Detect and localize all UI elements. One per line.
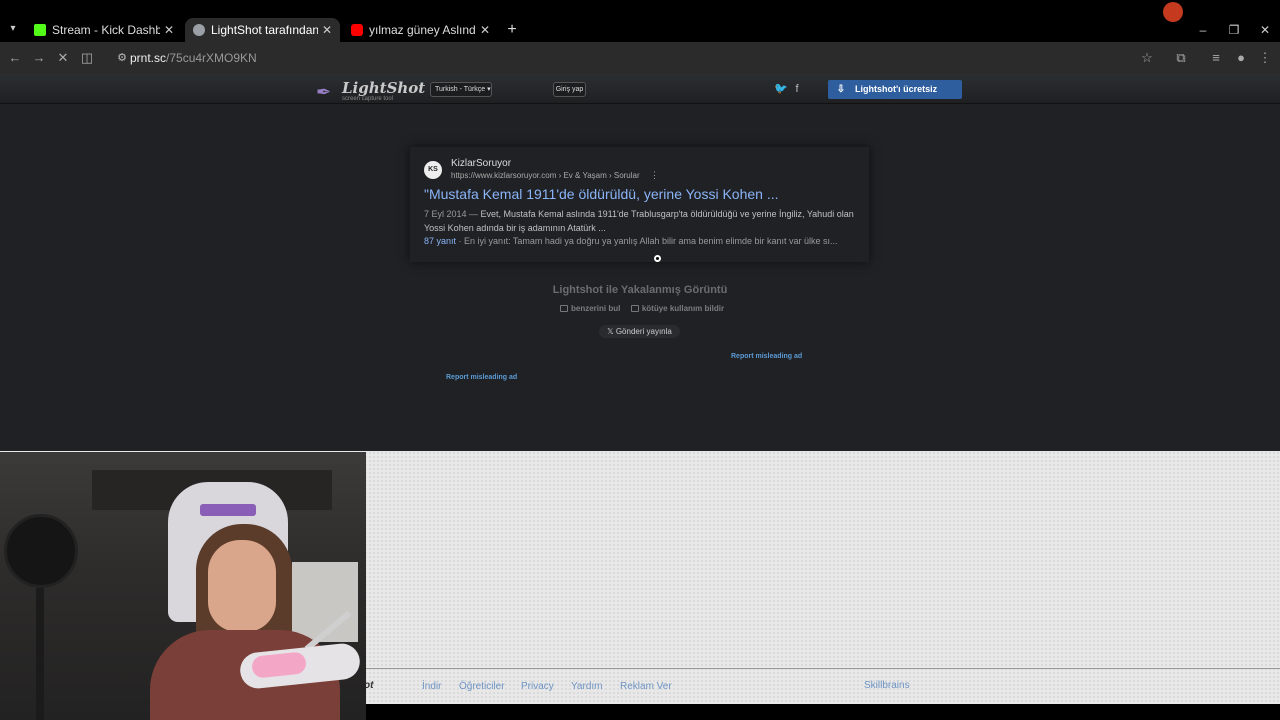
main-content: KS KizlarSoruyor https://www.kizlarsoruy… xyxy=(0,104,1280,451)
page-title: Lightshot ile Yakalanmış Görüntü xyxy=(552,284,728,296)
footer-link-advertise[interactable]: Reklam Ver xyxy=(620,681,672,692)
download-icon: ⇩ xyxy=(836,84,846,95)
result-date: 7 Eyl 2014 — xyxy=(424,209,479,219)
footer-link-tutorials[interactable]: Öğreticiler xyxy=(459,681,505,692)
language-select-value: Turkish - Türkçe xyxy=(435,86,486,93)
image-actions: benzerini bul kötüye kullanım bildir xyxy=(560,304,724,313)
url-text[interactable]: prnt.sc/75cu4rXMO9KN xyxy=(130,49,257,67)
tab-search-icon[interactable]: ▾ xyxy=(4,20,22,38)
close-tab-icon[interactable]: ✕ xyxy=(320,18,334,42)
lightshot-favicon-icon xyxy=(193,24,205,36)
result-meta: 87 yanıt · En iyi yanıt: Tamam hadi ya d… xyxy=(424,236,856,246)
forward-icon[interactable]: → xyxy=(29,48,49,68)
find-similar-link[interactable]: benzerini bul xyxy=(571,304,620,313)
address-bar[interactable]: ⚙ prnt.sc/75cu4rXMO9KN xyxy=(106,46,1166,70)
tab-title: Stream - Kick Dashboard xyxy=(52,23,160,37)
twitter-icon[interactable]: 🐦 xyxy=(774,82,788,96)
captured-screenshot[interactable]: KS KizlarSoruyor https://www.kizlarsoruy… xyxy=(410,147,869,262)
logo-name: LightShot xyxy=(342,79,426,97)
tab-kick-dashboard[interactable]: Stream - Kick Dashboard ✕ xyxy=(26,18,182,42)
site-badge-icon: KS xyxy=(424,161,442,179)
trash-icon xyxy=(630,305,639,313)
close-window-icon[interactable]: ✕ xyxy=(1250,18,1280,42)
close-tab-icon[interactable]: ✕ xyxy=(162,18,176,42)
report-abuse-link[interactable]: kötüye kullanım bildir xyxy=(642,304,724,313)
avatar[interactable]: ● xyxy=(1231,48,1251,68)
post-button[interactable]: 𝕏 Gönderi yayınla xyxy=(599,325,680,338)
minimize-icon[interactable]: – xyxy=(1188,18,1218,42)
browser-toolbar: ← → ✕ ◫ ⚙ prnt.sc/75cu4rXMO9KN ☆ ⧉ ≡ ● ⋮ xyxy=(0,42,1280,74)
media-controls-icon[interactable]: ≡ xyxy=(1206,48,1226,68)
logo-tagline: screen capture tool xyxy=(342,96,394,102)
site-info-icon[interactable]: ⚙ xyxy=(112,48,132,68)
footer-link-skillbrains[interactable]: Skillbrains xyxy=(864,680,910,691)
footer-link-help[interactable]: Yardım xyxy=(571,681,603,692)
webcam-overlay xyxy=(0,452,366,720)
camera-icon xyxy=(560,305,568,313)
result-snippet-text: Evet, Mustafa Kemal aslında 1911'de Trab… xyxy=(424,209,854,233)
chair-logo xyxy=(200,504,256,516)
download-button[interactable]: ⇩ Lightshot'ı ücretsiz indirin xyxy=(828,80,962,113)
result-site-name: KizlarSoruyor xyxy=(451,158,512,169)
split-view-icon[interactable]: ◫ xyxy=(77,48,97,68)
bookmark-star-icon[interactable]: ☆ xyxy=(1137,48,1157,68)
tab-youtube[interactable]: yılmaz güney Aslında Kimdi? | Y ✕ xyxy=(343,18,498,42)
menu-kebab-icon[interactable]: ⋮ xyxy=(1255,48,1275,68)
streamer-face xyxy=(208,540,276,632)
post-label: Gönderi yayınla xyxy=(615,327,672,336)
lightshot-header: ✒ LightShot screen capture tool Turkish … xyxy=(0,74,1280,113)
stop-loading-icon[interactable]: ✕ xyxy=(53,48,73,68)
fan xyxy=(4,514,78,588)
footer-link-privacy[interactable]: Privacy xyxy=(521,681,554,692)
browser-tab-strip: ▾ Stream - Kick Dashboard ✕ LightShot ta… xyxy=(0,0,1280,42)
feather-icon: ✒ xyxy=(316,82,332,102)
result-breadcrumb: https://www.kizlarsoruyor.com › Ev & Yaş… xyxy=(451,171,640,180)
back-icon[interactable]: ← xyxy=(5,48,25,68)
footer-link-download[interactable]: İndir xyxy=(422,681,441,692)
extensions-icon[interactable]: ⧉ xyxy=(1171,48,1191,68)
fan-stand xyxy=(36,588,44,720)
tab-title: LightShot tarafından Ekran Gör xyxy=(211,23,318,37)
tab-lightshot[interactable]: LightShot tarafından Ekran Gör ✕ xyxy=(185,18,340,42)
report-ad-link[interactable]: Report misleading ad xyxy=(446,374,517,381)
language-select[interactable]: Turkish - Türkçe ▾ xyxy=(430,82,492,97)
kick-icon xyxy=(34,24,46,36)
result-menu-icon: ⋮ xyxy=(650,170,659,180)
report-ad-link[interactable]: Report misleading ad xyxy=(731,353,802,360)
answer-count: 87 yanıt xyxy=(424,236,457,246)
new-tab-icon[interactable]: + xyxy=(503,19,521,41)
mouse-cursor-icon xyxy=(654,255,661,262)
facebook-icon[interactable]: f xyxy=(790,82,804,96)
result-snippet: 7 Eyl 2014 — Evet, Mustafa Kemal aslında… xyxy=(424,207,854,235)
x-logo-icon: 𝕏 xyxy=(607,327,614,336)
result-title: "Mustafa Kemal 1911'de öldürüldü, yerine… xyxy=(424,186,779,202)
maximize-icon[interactable]: ❐ xyxy=(1219,18,1249,42)
footer-divider xyxy=(366,668,1280,669)
login-button[interactable]: Giriş yap xyxy=(553,82,586,97)
best-answer: · En iyi yanıt: Tamam hadi ya doğru ya y… xyxy=(458,236,838,246)
tab-title: yılmaz güney Aslında Kimdi? | Y xyxy=(369,23,476,37)
lightshot-logo[interactable]: ✒ LightShot screen capture tool xyxy=(316,79,425,105)
youtube-icon xyxy=(351,24,363,36)
screen: ▾ Stream - Kick Dashboard ✕ LightShot ta… xyxy=(0,0,1280,720)
profile-logo-icon[interactable] xyxy=(1163,2,1183,22)
close-tab-icon[interactable]: ✕ xyxy=(478,18,492,42)
